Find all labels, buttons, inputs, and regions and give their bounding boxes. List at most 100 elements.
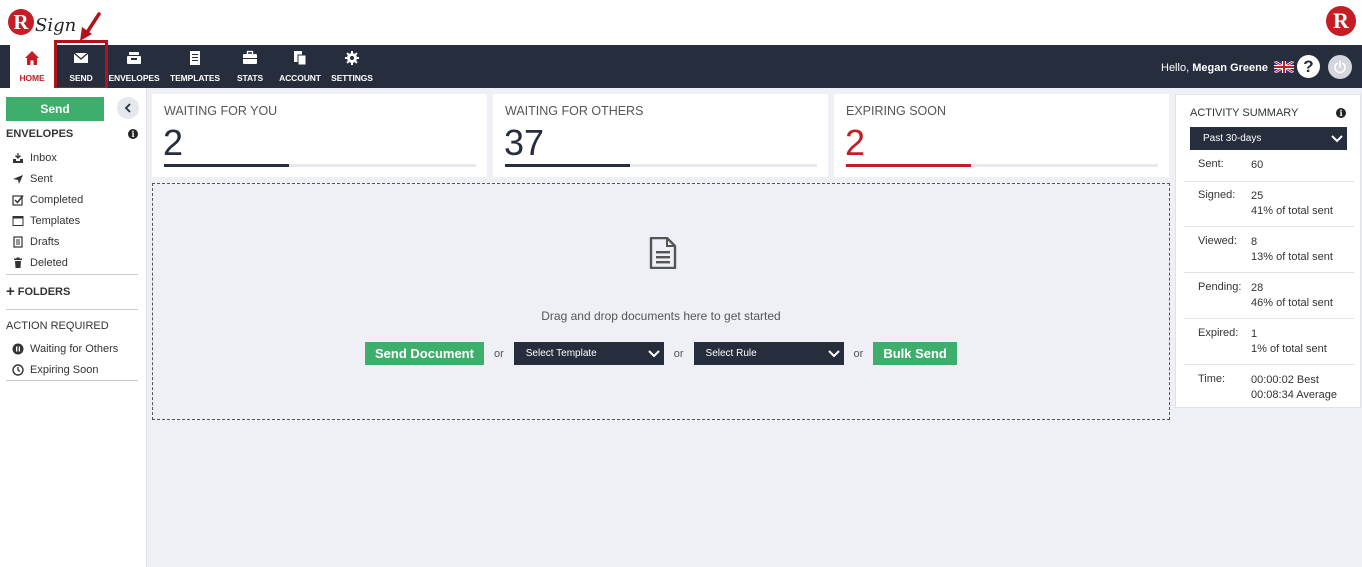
sidebar-item-label: Waiting for Others — [30, 343, 119, 355]
sidebar-item-expiring-soon[interactable]: Expiring Soon — [12, 362, 99, 378]
stat-label: Pending: — [1198, 281, 1242, 293]
stat-percent: 13% of total sent — [1251, 251, 1333, 263]
stat-divider — [1184, 181, 1354, 182]
add-folder-button[interactable]: + FOLDERS — [6, 283, 71, 300]
help-button[interactable]: ? — [1297, 55, 1320, 78]
action-required-heading: ACTION REQUIRED — [6, 320, 109, 332]
power-icon — [1334, 60, 1346, 74]
stat-value: 1 — [1251, 328, 1258, 340]
greeting-prefix: Hello, — [1161, 62, 1190, 74]
sidebar-item-deleted[interactable]: Deleted — [12, 255, 68, 271]
nav-send[interactable]: SEND — [56, 45, 106, 88]
activity-summary-panel: ACTIVITY SUMMARY i Past 30-days Sent: 60… — [1175, 94, 1361, 408]
card-expiring-soon[interactable]: EXPIRING SOON 2 — [834, 94, 1169, 177]
stat-label: Signed: — [1198, 189, 1236, 201]
card-title: WAITING FOR OTHERS — [505, 104, 644, 118]
stat-label: Sent: — [1198, 158, 1224, 170]
sidebar-item-inbox[interactable]: Inbox — [12, 150, 57, 166]
or-separator: or — [853, 347, 864, 360]
folders-label: FOLDERS — [17, 286, 71, 298]
chevron-down-icon — [1331, 134, 1343, 142]
nav-settings-label: SETTINGS — [331, 73, 373, 83]
nav-account-label: ACCOUNT — [279, 73, 321, 83]
stat-label: Viewed: — [1198, 235, 1237, 247]
sidebar-item-label: Inbox — [30, 152, 57, 164]
trash-icon — [14, 257, 22, 268]
card-progress-track — [505, 164, 817, 167]
annotation-arrow-icon — [80, 12, 101, 41]
card-value: 37 — [504, 122, 545, 163]
briefcase-icon — [243, 50, 257, 64]
card-progress-track — [846, 164, 1158, 167]
logout-button[interactable] — [1328, 55, 1352, 79]
stat-percent: 41% of total sent — [1251, 205, 1333, 217]
card-progress-track — [164, 164, 476, 167]
stat-value: 8 — [1251, 236, 1258, 248]
card-title: EXPIRING SOON — [846, 104, 947, 118]
sidebar-item-completed[interactable]: Completed — [12, 192, 83, 208]
home-icon — [25, 51, 39, 65]
sidebar-divider — [6, 309, 138, 310]
period-dropdown[interactable]: Past 30-days — [1190, 127, 1347, 150]
stat-divider — [1184, 318, 1354, 319]
stat-value: 25 — [1251, 190, 1264, 202]
clock-icon — [12, 364, 24, 376]
card-progress-fill — [164, 164, 289, 167]
card-value: 2 — [845, 122, 866, 163]
select-rule-dropdown[interactable]: Select Rule — [693, 342, 844, 365]
template-icon — [12, 216, 24, 226]
activity-summary-title: ACTIVITY SUMMARY — [1190, 107, 1299, 119]
document-drop-zone[interactable]: Drag and drop documents here to get star… — [152, 183, 1170, 420]
bulk-send-button[interactable]: Bulk Send — [873, 342, 957, 365]
nav-home[interactable]: HOME — [10, 45, 54, 88]
nav-envelopes-label: ENVELOPES — [108, 73, 160, 83]
user-name: Megan Greene — [1192, 62, 1268, 74]
plus-icon: + — [6, 283, 15, 300]
envelopes-heading: ENVELOPES — [6, 128, 74, 140]
inbox-tray-icon — [127, 52, 141, 64]
chevron-down-icon — [648, 349, 660, 357]
send-document-button[interactable]: Send Document — [365, 342, 484, 365]
nav-templates[interactable]: TEMPLATES — [168, 45, 222, 88]
pause-circle-icon — [12, 343, 24, 355]
nav-stats[interactable]: STATS — [232, 45, 268, 88]
sidebar-item-templates[interactable]: Templates — [12, 213, 80, 229]
card-value: 2 — [163, 122, 184, 163]
nav-settings[interactable]: SETTINGS — [330, 45, 374, 88]
sidebar-send-button[interactable]: Send — [6, 97, 104, 121]
select-template-dropdown[interactable]: Select Template — [513, 342, 664, 365]
activity-info-icon[interactable]: i — [1336, 108, 1346, 118]
greeting: Hello, Megan Greene — [1161, 62, 1268, 74]
card-waiting-for-others[interactable]: WAITING FOR OTHERS 37 — [493, 94, 828, 177]
inbox-icon — [13, 153, 23, 163]
sidebar-item-waiting-for-others[interactable]: Waiting for Others — [12, 341, 118, 357]
sidebar-item-drafts[interactable]: Drafts — [12, 234, 59, 250]
stat-divider — [1184, 364, 1354, 365]
period-value: Past 30-days — [1203, 133, 1262, 144]
or-separator: or — [673, 347, 684, 360]
collapse-sidebar-button[interactable] — [117, 97, 139, 119]
uk-flag-icon[interactable] — [1274, 61, 1294, 73]
select-template-value: Select Template — [525, 348, 597, 359]
or-separator: or — [493, 347, 504, 360]
card-title: WAITING FOR YOU — [164, 104, 278, 118]
send-actions-row: Send Document or Select Template or Sele… — [365, 342, 957, 365]
sidebar-item-label: Sent — [30, 173, 53, 185]
select-rule-value: Select Rule — [705, 348, 757, 359]
stat-percent: 00:08:34 Average — [1251, 389, 1338, 401]
envelopes-info-icon[interactable]: i — [128, 129, 138, 139]
sidebar-item-label: Drafts — [30, 236, 60, 248]
drop-instructions: Drag and drop documents here to get star… — [541, 309, 781, 323]
stat-divider — [1184, 226, 1354, 227]
stat-value: 28 — [1251, 282, 1264, 294]
card-waiting-for-you[interactable]: WAITING FOR YOU 2 — [152, 94, 487, 177]
card-progress-fill — [846, 164, 971, 167]
sidebar: Send ENVELOPES i Inbox Sent Completed Te… — [0, 88, 147, 567]
sidebar-item-sent[interactable]: Sent — [12, 171, 53, 187]
nav-account[interactable]: ACCOUNT — [278, 45, 322, 88]
sidebar-divider — [6, 274, 138, 275]
paper-plane-icon — [13, 175, 23, 184]
rsign-logo[interactable]: R Sign — [8, 5, 76, 39]
nav-envelopes[interactable]: ENVELOPES — [108, 45, 160, 88]
stat-label: Time: — [1198, 373, 1226, 385]
